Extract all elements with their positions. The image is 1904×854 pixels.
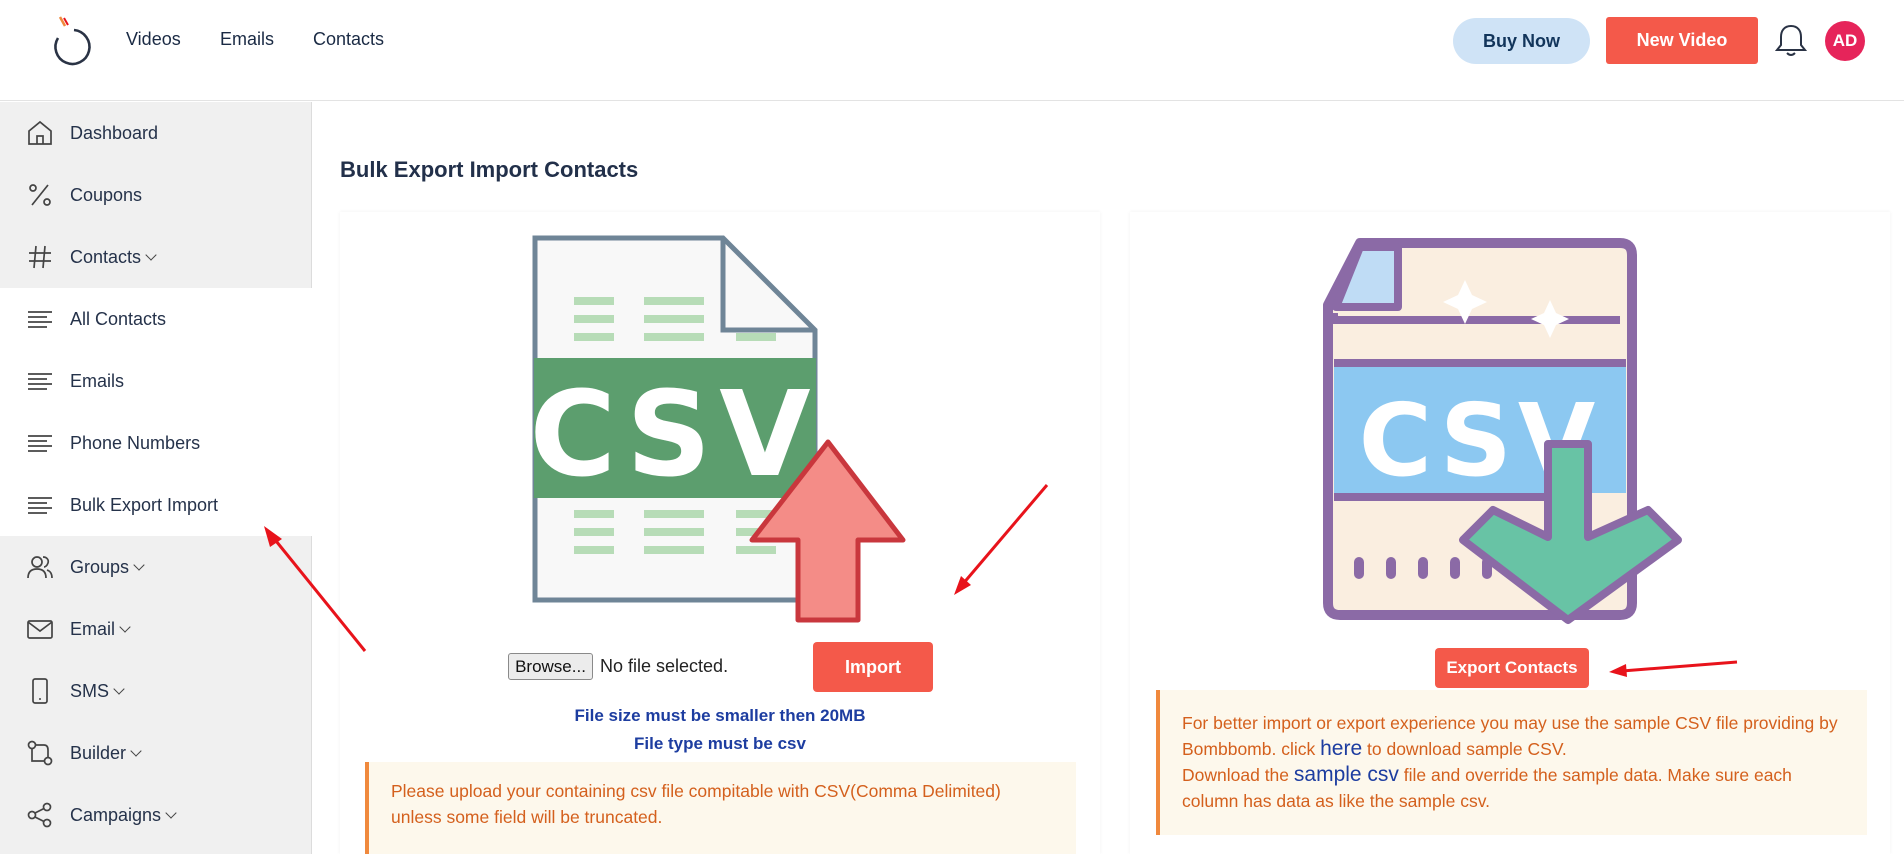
file-status: No file selected. <box>600 656 729 676</box>
sample-csv-link[interactable]: sample csv <box>1294 763 1399 786</box>
sidebar-item-contacts[interactable]: Contacts <box>0 226 312 288</box>
sidebar-item-builder[interactable]: Builder <box>0 722 312 784</box>
sidebar-item-label: Contacts <box>70 246 142 267</box>
bell-icon[interactable] <box>1774 22 1808 58</box>
top-bar: Videos Emails Contacts Buy Now New Video… <box>0 0 1904 101</box>
sidebar-item-label: Dashboard <box>70 122 159 143</box>
lines-icon <box>28 435 52 452</box>
csv-download-illustration: CSV <box>1323 238 1682 624</box>
sidebar-item-bulk-export-import[interactable]: Bulk Export Import <box>0 474 312 536</box>
hash-icon <box>29 245 51 269</box>
phone-icon <box>32 678 48 704</box>
note-text: Download the <box>1182 765 1294 785</box>
lines-icon <box>28 497 52 514</box>
chevron-down-icon <box>133 558 145 571</box>
nav-videos[interactable]: Videos <box>126 29 181 50</box>
sidebar-item-emails[interactable]: Emails <box>0 350 312 412</box>
chevron-down-icon <box>113 682 125 695</box>
sidebar-item-label: Coupons <box>70 184 143 205</box>
sidebar-item-campaigns[interactable]: Campaigns <box>0 784 312 846</box>
sidebar-item-groups[interactable]: Groups <box>0 536 312 598</box>
share-icon <box>27 802 52 828</box>
upload-note-text: Please upload your containing csv file c… <box>391 781 1001 827</box>
sidebar-item-coupons[interactable]: Coupons <box>0 164 312 226</box>
sidebar-item-dashboard[interactable]: Dashboard <box>0 102 312 164</box>
chevron-down-icon <box>165 806 177 819</box>
sidebar-item-label: Campaigns <box>70 804 162 825</box>
new-video-button[interactable]: New Video <box>1606 17 1758 64</box>
csv-label: CSV <box>530 365 819 503</box>
sidebar-item-label: Emails <box>70 370 125 391</box>
file-picker: Browse... No file selected. <box>508 653 728 680</box>
sidebar-item-label: SMS <box>70 680 110 701</box>
sidebar: Dashboard Coupons Contacts All Contacts … <box>0 102 312 854</box>
lines-icon <box>28 373 52 390</box>
sidebar-item-email[interactable]: Email <box>0 598 312 660</box>
import-button[interactable]: Import <box>813 642 933 692</box>
home-icon <box>28 120 52 145</box>
buy-now-button[interactable]: Buy Now <box>1453 18 1590 64</box>
builder-icon <box>27 740 53 766</box>
sidebar-item-phone-numbers[interactable]: Phone Numbers <box>0 412 312 474</box>
nav-emails[interactable]: Emails <box>220 29 274 50</box>
chevron-down-icon <box>130 744 142 757</box>
csv-upload-illustration: CSV <box>530 235 906 623</box>
page-title: Bulk Export Import Contacts <box>340 157 639 182</box>
sidebar-item-label: Email <box>70 618 116 639</box>
nav-contacts[interactable]: Contacts <box>313 29 384 50</box>
sidebar-item-label: Groups <box>70 556 130 577</box>
chevron-down-icon <box>145 248 157 261</box>
sidebar-item-label: All Contacts <box>70 308 167 329</box>
upload-note: Please upload your containing csv file c… <box>365 762 1076 854</box>
file-size-hint: File size must be smaller then 20MB <box>574 706 866 725</box>
export-contacts-button[interactable]: Export Contacts <box>1435 648 1589 688</box>
sidebar-item-label: Bulk Export Import <box>70 494 219 515</box>
brand-logo[interactable] <box>50 14 98 68</box>
users-icon <box>27 556 53 579</box>
note-text: to download sample CSV. <box>1362 739 1567 759</box>
sidebar-item-sms[interactable]: SMS <box>0 660 312 722</box>
sidebar-item-all-contacts[interactable]: All Contacts <box>0 288 312 350</box>
lines-icon <box>28 311 52 328</box>
here-link[interactable]: here <box>1320 737 1362 760</box>
sidebar-item-label: Phone Numbers <box>70 432 201 453</box>
sample-csv-note: For better import or export experience y… <box>1156 690 1867 835</box>
file-type-hint: File type must be csv <box>634 734 806 753</box>
percent-icon <box>29 184 51 206</box>
sidebar-item-label: Builder <box>70 742 127 763</box>
mail-icon <box>27 620 53 639</box>
browse-button[interactable]: Browse... <box>508 653 593 680</box>
chevron-down-icon <box>119 620 131 633</box>
avatar[interactable]: AD <box>1825 21 1865 61</box>
